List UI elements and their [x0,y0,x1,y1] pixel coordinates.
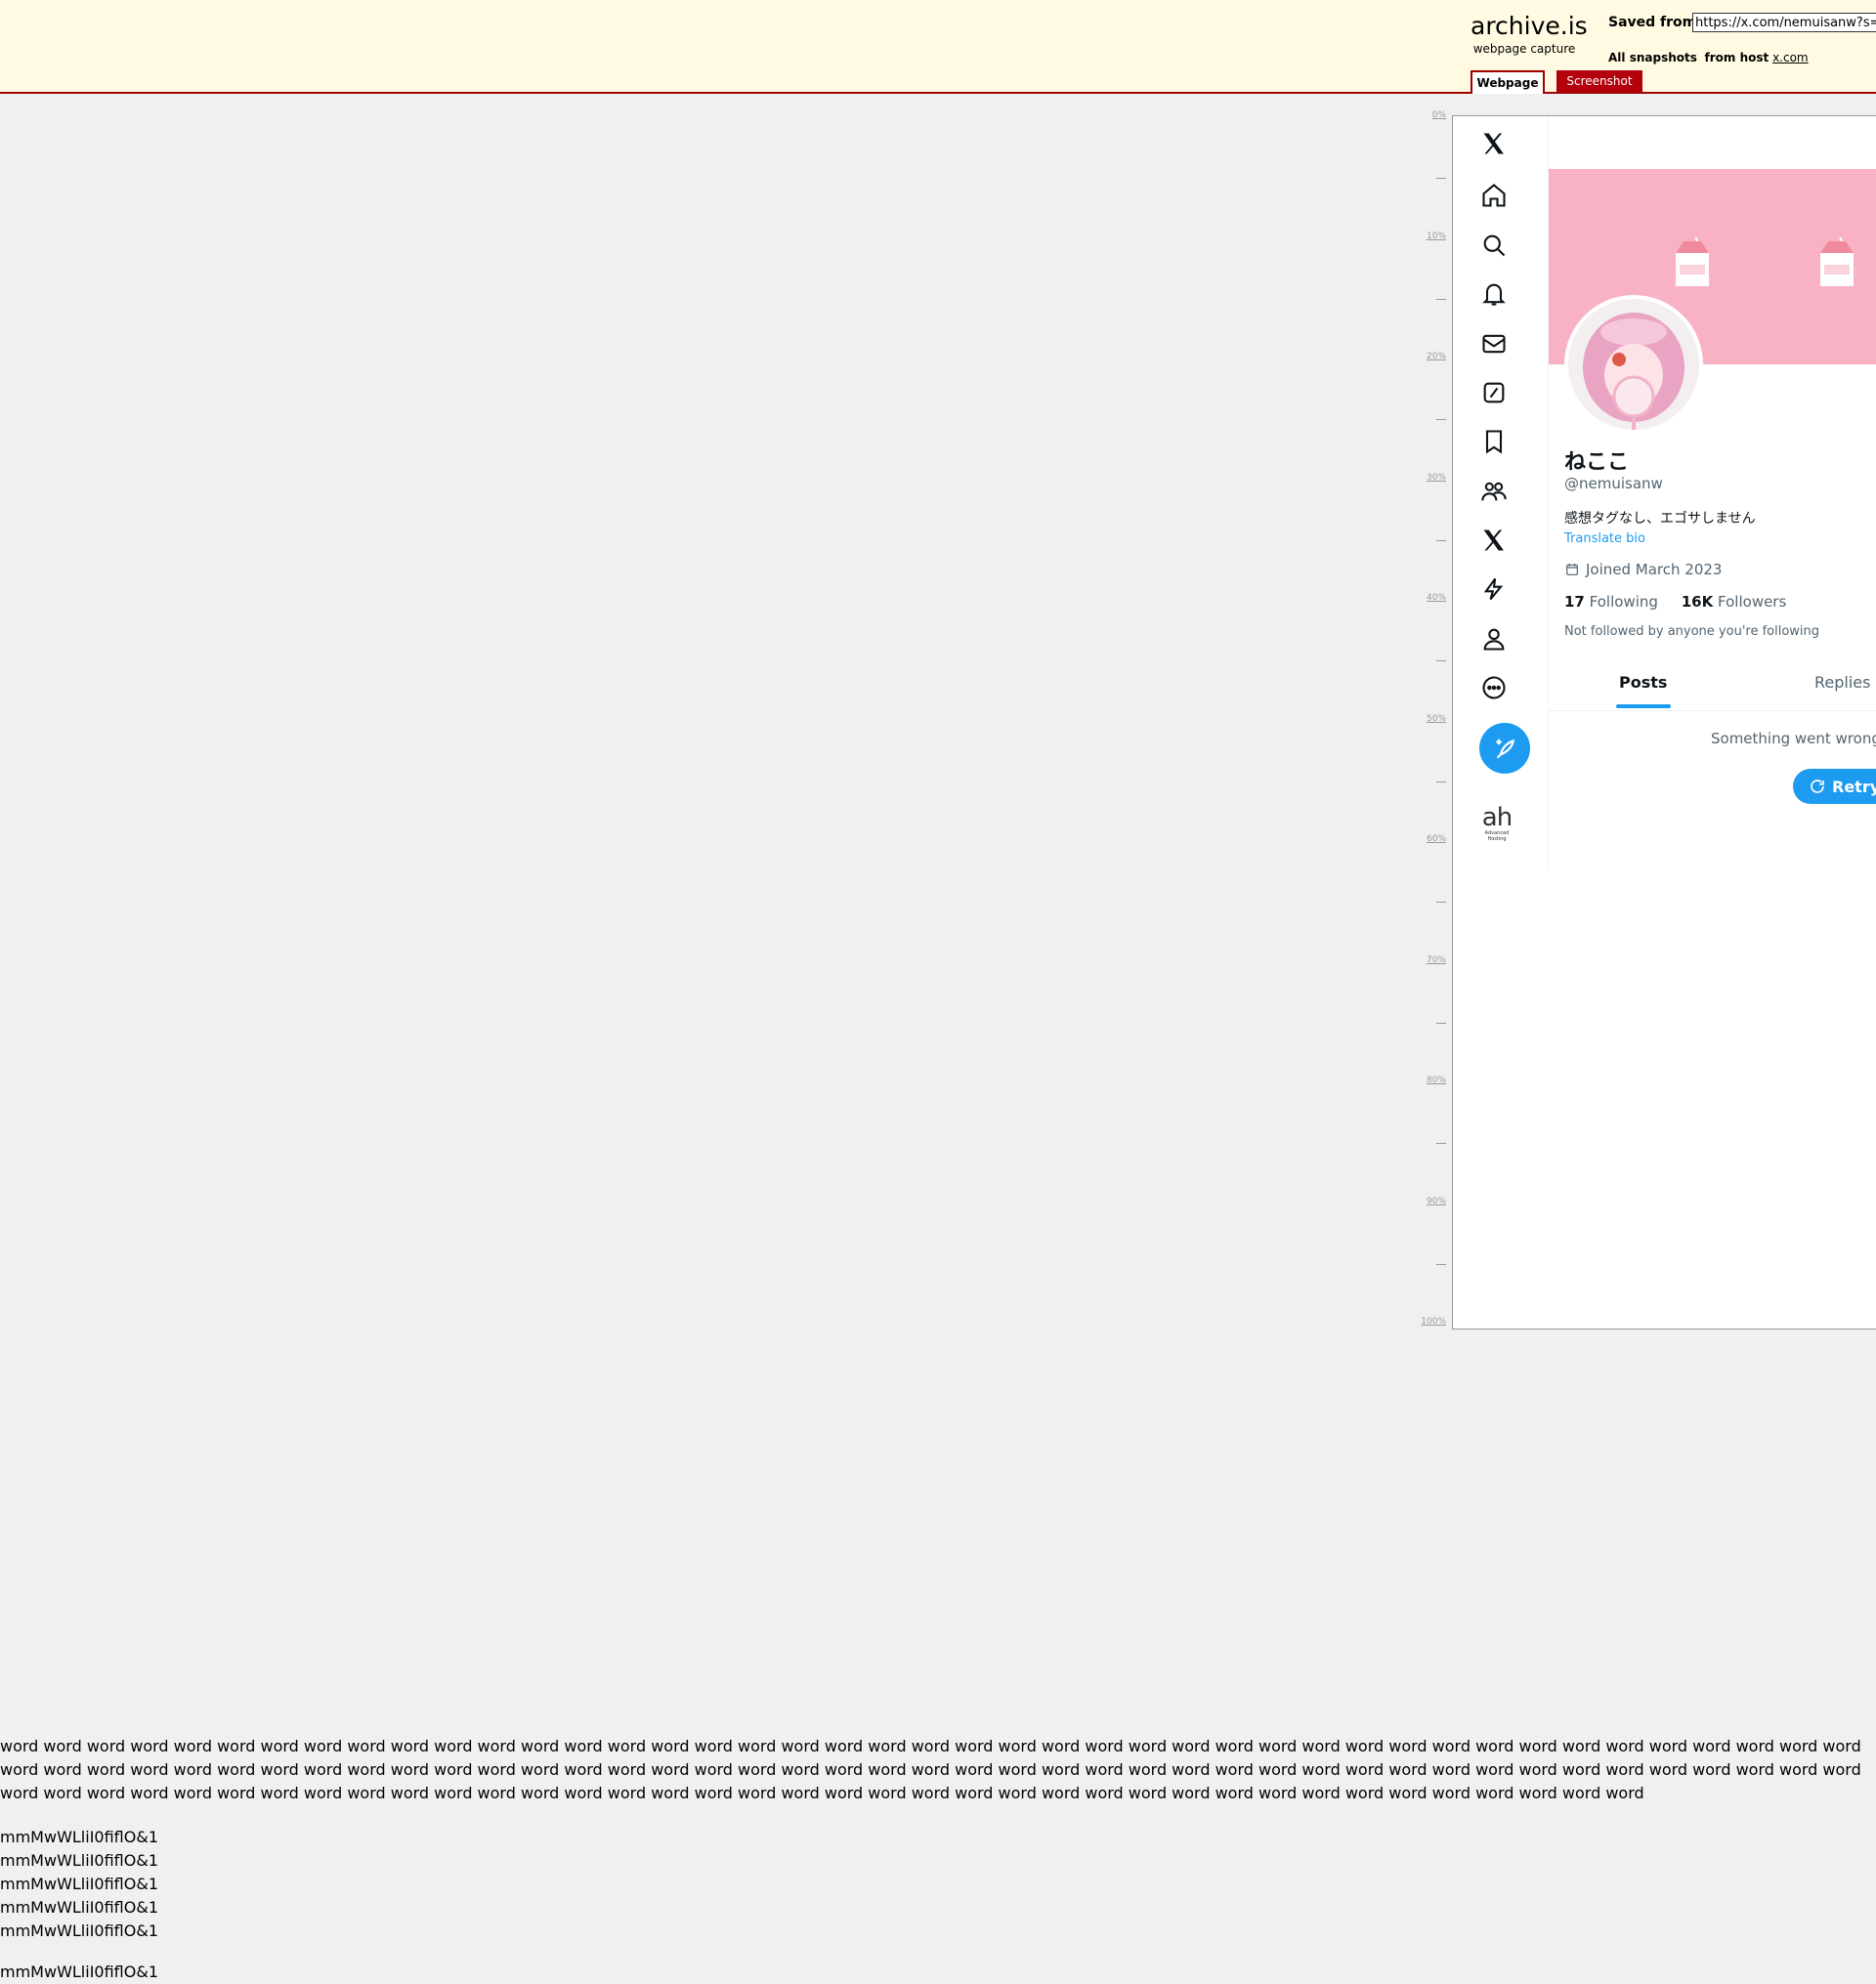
more-icon[interactable] [1479,673,1509,702]
scale-label[interactable]: 80% [1427,1076,1446,1085]
scale-label[interactable]: 10% [1427,232,1446,241]
glyph-test-line: mmMwWLliI0fiflO&1 [0,1828,158,1846]
scale-label[interactable]: 90% [1427,1197,1446,1206]
bookmarks-icon[interactable] [1479,427,1509,456]
following-count: 17 [1564,593,1585,611]
archive-logo-name[interactable]: archive.is [1471,12,1588,41]
milk-carton-illustration [1820,237,1854,286]
scale-tick [1436,781,1446,782]
following-link[interactable]: 17 Following [1564,593,1658,611]
all-snapshots-link[interactable]: All snapshots [1608,51,1697,64]
compose-icon [1496,739,1515,759]
archive-logo[interactable]: archive.is webpage capture [1471,12,1588,57]
avatar-illustration [1568,299,1699,430]
refresh-icon [1811,780,1824,793]
scale-tick [1436,660,1446,661]
handle: @nemuisanw [1564,475,1663,492]
scale-tick [1436,298,1446,300]
not-followed-note: Not followed by anyone you're following [1564,624,1820,639]
left-nav: ah Advanced Hosting [1453,116,1549,868]
tabs-divider [1549,710,1876,711]
profile-avatar[interactable] [1564,295,1703,434]
followers-link[interactable]: 16K Followers [1682,593,1787,611]
glyph-test-line: mmMwWLliI0fiflO&1 [0,1875,158,1893]
milk-carton-illustration [1676,237,1709,286]
scale-tick [1436,419,1446,420]
scale-label[interactable]: 30% [1427,473,1446,483]
followers-label: Followers [1718,593,1787,611]
notifications-icon[interactable] [1479,279,1509,309]
home-icon[interactable] [1479,181,1509,210]
snapshots-line: All snapshots from host x.com [1608,51,1809,64]
scale-tick [1436,178,1446,179]
scale-tick [1436,539,1446,541]
verified-orgs-icon[interactable] [1479,574,1509,604]
communities-icon[interactable] [1479,477,1509,506]
scale-label[interactable]: 50% [1427,714,1446,724]
advanced-hosting-logo[interactable]: ah Advanced Hosting [1477,805,1516,842]
saved-from-url-input[interactable] [1692,13,1876,32]
scale-label[interactable]: 60% [1427,834,1446,844]
follow-counts: 17 Following 16K Followers [1564,593,1786,611]
tab-screenshot[interactable]: Screenshot [1556,70,1642,92]
advanced-hosting-mark: ah [1481,803,1513,832]
tab-replies[interactable]: Replies [1814,673,1870,692]
tab-webpage[interactable]: Webpage [1471,70,1545,94]
joined-text: Joined March 2023 [1586,561,1723,578]
grok-icon[interactable] [1479,378,1509,407]
x-logo-icon[interactable] [1479,129,1509,158]
glyph-test-line: mmMwWLliI0fiflO&1 [0,1851,158,1870]
filler-paragraph: word word word word word word word word … [0,1737,1861,1802]
captured-page: ah Advanced Hosting ねここ @nemuisanw 感想タグな… [1452,115,1876,1330]
following-label: Following [1589,593,1658,611]
premium-icon[interactable] [1479,526,1509,555]
saved-from-label: Saved from [1608,15,1697,30]
glyph-test-line: mmMwWLliI0fiflO&1 [0,1963,158,1981]
error-message: Something went wrong. [1711,730,1876,747]
scale-tick [1436,902,1446,903]
messages-icon[interactable] [1479,329,1509,359]
display-name: ねここ [1564,450,1630,475]
tab-posts-indicator [1616,704,1671,708]
scale-label[interactable]: 20% [1427,352,1446,361]
profile-topbar [1549,116,1876,169]
from-host-label: from host [1704,51,1769,64]
scale-label[interactable]: 40% [1427,593,1446,603]
joined-date: Joined March 2023 [1564,561,1722,578]
scale-label[interactable]: 70% [1427,955,1446,965]
scale-tick [1436,1263,1446,1265]
profile-icon[interactable] [1479,624,1509,654]
scale-tick [1436,1022,1446,1024]
tab-posts[interactable]: Posts [1619,673,1667,692]
archive-logo-subtitle: webpage capture [1472,42,1576,56]
retry-button[interactable]: Retry [1793,769,1876,804]
host-link[interactable]: x.com [1772,51,1809,64]
glyph-test-line: mmMwWLliI0fiflO&1 [0,1898,158,1917]
calendar-icon [1566,564,1578,575]
search-icon[interactable] [1479,231,1509,260]
scale-label[interactable]: 100% [1421,1317,1446,1327]
followers-count: 16K [1681,593,1714,611]
translate-bio-link[interactable]: Translate bio [1564,531,1645,546]
scale-tick [1436,1143,1446,1144]
retry-label: Retry [1832,777,1876,796]
bio: 感想タグなし、エゴサしません [1564,511,1756,527]
compose-button[interactable] [1479,723,1530,774]
glyph-test-line: mmMwWLliI0fiflO&1 [0,1921,158,1940]
scale-label[interactable]: 0% [1432,110,1446,120]
archive-header: archive.is webpage capture Saved from Al… [0,0,1876,94]
